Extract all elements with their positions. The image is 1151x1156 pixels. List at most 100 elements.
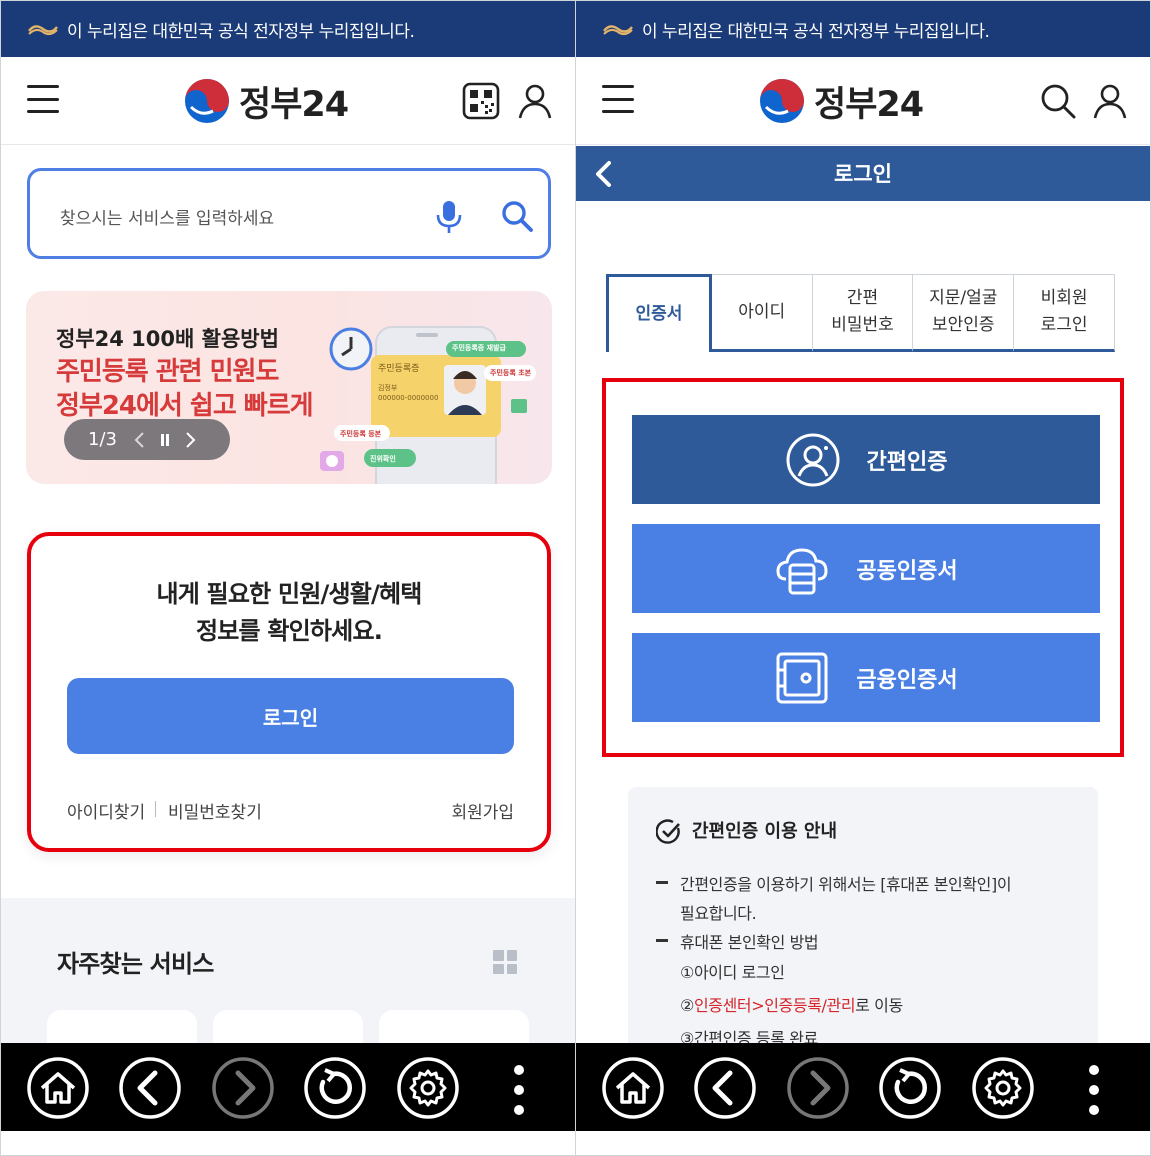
financial-certificate-button[interactable]: 금융인증서 — [632, 633, 1100, 722]
bullet-dash — [656, 939, 668, 942]
banner-headline-line2: 정부24에서 쉽고 빠르게 — [56, 391, 314, 421]
cloud-server-icon — [776, 547, 828, 594]
right-screen: 이 누리집은 대한민국 공식 전자정부 누리집입니다. 정부24 로그인 인증서… — [575, 0, 1151, 1156]
frequent-services-title: 자주찾는 서비스 — [57, 950, 214, 978]
tab-label-line1: 지문/얼굴 — [929, 288, 998, 308]
settings-gear-icon[interactable] — [396, 1056, 460, 1120]
left-screen: 이 누리집은 대한민국 공식 전자정부 누리집입니다. 정부24 찾으시는 서비… — [0, 0, 576, 1156]
login-prompt-card: 내게 필요한 민원/생활/혜택 정보를 확인하세요. 로그인 아이디찾기 비밀번… — [27, 532, 551, 852]
banner-headline: 주민등록 관련 민원도 정부24에서 쉽고 빠르게 — [56, 355, 314, 423]
login-prompt-line2: 정보를 확인하세요. — [195, 617, 383, 645]
financial-certificate-label: 금융인증서 — [856, 666, 958, 692]
menu-icon[interactable] — [602, 85, 634, 113]
find-id-link[interactable]: 아이디찾기 — [67, 798, 145, 823]
user-icon[interactable] — [515, 81, 555, 121]
taegeuk-icon — [185, 79, 229, 123]
link-divider — [155, 801, 156, 817]
step2-suffix: 로 이동 — [855, 996, 903, 1015]
frequent-services-section: 자주찾는 서비스 — [1, 898, 575, 1070]
banner-headline-line1: 주민등록 관련 민원도 — [56, 357, 279, 387]
guide-line1b: 필요합니다. — [680, 904, 757, 923]
more-options-icon[interactable] — [514, 1065, 524, 1115]
logo-text: 정부24 — [814, 84, 924, 125]
joint-certificate-button[interactable]: 공동인증서 — [632, 524, 1100, 613]
guide-title: 간편인증 이용 안내 — [692, 821, 838, 842]
joint-certificate-label: 공동인증서 — [856, 557, 958, 583]
guide-line1: 간편인증을 이용하기 위해서는 [휴대폰 본인확인]이 — [680, 875, 1012, 894]
home-icon[interactable] — [26, 1056, 90, 1120]
bottom-spacer — [1, 1131, 575, 1155]
card-name: 김정부 — [378, 384, 398, 392]
browser-bottom-nav — [576, 1043, 1150, 1131]
microphone-icon[interactable] — [434, 199, 464, 235]
user-icon[interactable] — [1090, 81, 1130, 121]
certificate-options: 간편인증 공동인증서 금융인증서 — [602, 378, 1124, 757]
logo-text: 정부24 — [239, 84, 349, 125]
government-mark-icon — [28, 25, 58, 36]
gov24-logo[interactable]: 정부24 — [183, 75, 349, 127]
login-prompt-line1: 내게 필요한 민원/생활/혜택 — [156, 580, 422, 608]
tab-certificate[interactable]: 인증서 — [606, 274, 712, 352]
bottom-spacer — [576, 1131, 1150, 1155]
gov-banner-text: 이 누리집은 대한민국 공식 전자정부 누리집입니다. — [67, 21, 415, 42]
tab-label-line2: 보안인증 — [932, 315, 995, 335]
tab-label-line1: 비회원 — [1040, 288, 1088, 308]
chevron-left-icon[interactable] — [133, 431, 145, 449]
simple-auth-button[interactable]: 간편인증 — [632, 415, 1100, 504]
back-icon[interactable] — [693, 1056, 757, 1120]
forward-icon[interactable] — [786, 1056, 850, 1120]
more-options-icon[interactable] — [1089, 1065, 1099, 1115]
promo-banner[interactable]: 정부24 100배 활용방법 주민등록 관련 민원도 정부24에서 쉽고 빠르게 — [26, 291, 552, 484]
login-method-tabs: 인증서 아이디 간편 비밀번호 지문/얼굴보안인증 비회원로그인 — [606, 274, 1115, 354]
gov-official-banner: 이 누리집은 대한민국 공식 전자정부 누리집입니다. — [1, 1, 575, 57]
login-button[interactable]: 로그인 — [67, 678, 514, 754]
grid-view-icon[interactable] — [493, 950, 517, 974]
tag-transcript: 주민등록 등본 — [340, 430, 382, 438]
home-icon[interactable] — [601, 1056, 665, 1120]
tab-label-line2: 로그인 — [1040, 315, 1088, 335]
banner-page-indicator: 1/3 — [88, 429, 117, 450]
search-icon[interactable] — [500, 199, 534, 233]
gov24-logo[interactable]: 정부24 — [758, 75, 924, 127]
refresh-icon[interactable] — [303, 1056, 367, 1120]
tag-copy: 주민등록 초본 — [490, 369, 532, 377]
guide-step1: ①아이디 로그인 — [680, 963, 785, 982]
tab-label: 아이디 — [738, 301, 786, 322]
guide-step2: ②인증센터>인증등록/관리로 이동 — [680, 992, 903, 1016]
find-password-link[interactable]: 비밀번호찾기 — [168, 798, 262, 823]
simple-auth-guide: 간편인증 이용 안내 간편인증을 이용하기 위해서는 [휴대폰 본인확인]이 필… — [628, 787, 1098, 1067]
tab-id[interactable]: 아이디 — [711, 274, 813, 352]
app-header: 정부24 — [1, 57, 575, 145]
taegeuk-icon — [760, 79, 804, 123]
tag-reissue: 주민등록증 재발급 — [452, 344, 506, 352]
tab-guest-login[interactable]: 비회원로그인 — [1014, 274, 1115, 352]
card-number: 000000-0000000 — [378, 394, 439, 402]
browser-bottom-nav — [1, 1043, 575, 1131]
check-circle-icon — [656, 819, 680, 844]
back-icon[interactable] — [118, 1056, 182, 1120]
tab-biometric[interactable]: 지문/얼굴보안인증 — [913, 274, 1015, 352]
settings-gear-icon[interactable] — [971, 1056, 1035, 1120]
pause-icon[interactable] — [159, 433, 171, 447]
signup-link[interactable]: 회원가입 — [451, 798, 514, 823]
search-input[interactable]: 찾으시는 서비스를 입력하세요 — [60, 204, 274, 229]
bullet-dash — [656, 881, 668, 884]
banner-title: 정부24 100배 활용방법 — [56, 327, 279, 351]
search-icon[interactable] — [1038, 81, 1078, 121]
gov-banner-text: 이 누리집은 대한민국 공식 전자정부 누리집입니다. — [642, 21, 990, 42]
guide-line2: 휴대폰 본인확인 방법 — [680, 933, 819, 952]
service-search-box[interactable]: 찾으시는 서비스를 입력하세요 — [27, 168, 551, 259]
tab-label-line2: 비밀번호 — [831, 315, 894, 335]
page-title: 로그인 — [834, 162, 892, 186]
menu-icon[interactable] — [27, 85, 59, 113]
tab-simple-password[interactable]: 간편 비밀번호 — [812, 274, 914, 352]
step2-prefix: ② — [680, 996, 694, 1015]
chevron-right-icon[interactable] — [185, 431, 197, 449]
tag-verify: 진위확인 — [370, 455, 396, 463]
account-links: 아이디찾기 비밀번호찾기 회원가입 — [67, 798, 514, 823]
banner-pager: 1/3 — [64, 419, 230, 460]
refresh-icon[interactable] — [878, 1056, 942, 1120]
qr-code-icon[interactable] — [461, 81, 501, 121]
page-title-bar: 로그인 — [576, 146, 1150, 201]
forward-icon[interactable] — [211, 1056, 275, 1120]
